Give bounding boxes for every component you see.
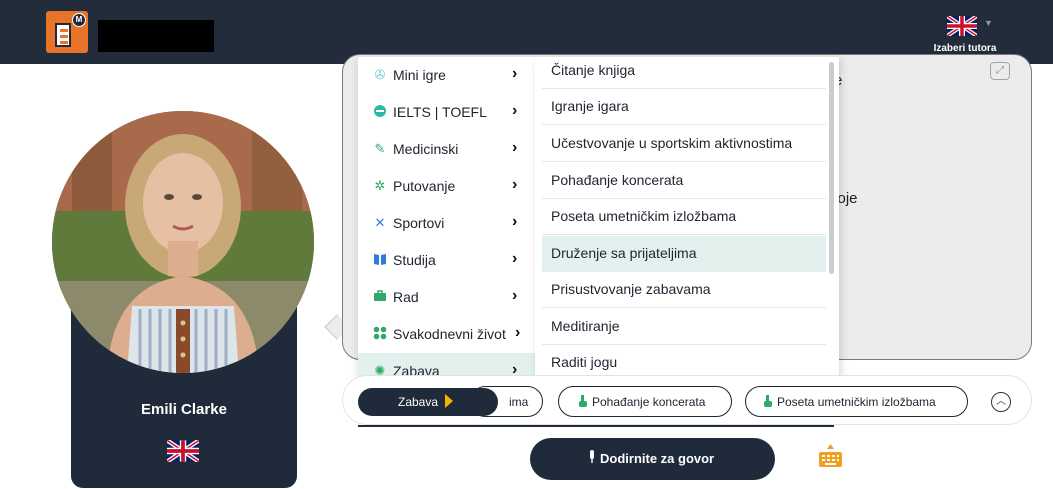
chevron-right-icon: ›	[512, 139, 518, 156]
subcategory-item[interactable]: Igranje igara	[542, 89, 826, 125]
category-item-medicinski[interactable]: ✎ Medicinski ›	[358, 131, 535, 168]
logo-m-badge: M	[72, 13, 86, 27]
subcategory-label: Igranje igara	[551, 98, 629, 114]
syringe-icon: ✎	[374, 141, 386, 156]
subcategory-label: Meditiranje	[551, 318, 620, 334]
palm-tree-icon: ✲	[374, 178, 386, 193]
hand-pointer-icon	[764, 395, 772, 407]
subcategory-menu: Čitanje knjiga Igranje igara Učestvovanj…	[535, 57, 839, 387]
suggestion-underline	[358, 425, 834, 427]
subcategory-item[interactable]: Čitanje knjiga	[542, 53, 826, 89]
chip-label: Pohađanje koncerata	[592, 395, 706, 409]
category-label: Rad	[393, 289, 419, 305]
chevron-right-icon: ›	[515, 324, 521, 341]
subcategory-label: Raditi jogu	[551, 354, 618, 370]
chevron-right-icon: ›	[512, 65, 518, 82]
choose-tutor-button[interactable]: ▼ Izaberi tutora	[925, 14, 1005, 58]
uk-flag-icon	[947, 16, 977, 36]
chevron-right-icon: ›	[512, 213, 518, 230]
uk-flag-icon	[167, 440, 199, 462]
category-label: Svakodnevni život	[393, 326, 506, 342]
book-icon	[372, 252, 388, 268]
subcategory-label: Poseta umetničkim izložbama	[551, 208, 737, 224]
subcategory-item[interactable]: Pohađanje koncerata	[542, 163, 826, 199]
expand-icon[interactable]: ⤢	[990, 62, 1010, 80]
category-label: Mini igre	[393, 67, 446, 83]
chevron-right-icon: ›	[512, 176, 518, 193]
category-menu: ✇ Mini igre › IELTS | TOEFL › ✎ Medicins…	[358, 57, 535, 390]
category-item-mini-igre[interactable]: ✇ Mini igre ›	[358, 57, 535, 94]
suggestion-chip[interactable]: Pohađanje koncerata	[558, 386, 732, 417]
subcategory-label: Čitanje knjiga	[551, 62, 636, 78]
subcategory-scrollbar[interactable]	[829, 62, 834, 274]
sports-icon: ✕	[374, 215, 386, 230]
keyboard-icon[interactable]	[818, 443, 843, 469]
redacted-title	[98, 20, 214, 52]
chevron-up-icon[interactable]: ︿	[991, 392, 1011, 412]
app-root: M ▼ Izaberi tutora Emili Clarke voje ⤢ ✇…	[0, 0, 1053, 489]
category-label: Studija	[393, 252, 436, 268]
topic-selector-button[interactable]: Zabava	[358, 388, 498, 416]
topic-label: Zabava	[398, 395, 439, 409]
circle-icon	[372, 104, 388, 120]
category-item-rad[interactable]: Rad ›	[358, 279, 535, 316]
subcategory-item[interactable]: Meditiranje	[542, 309, 826, 345]
gamepad-icon: ✇	[374, 67, 386, 82]
subcategory-item[interactable]: Prisustvovanje zabavama	[542, 272, 826, 308]
chip-label: ima	[509, 395, 529, 409]
microphone-icon	[590, 450, 594, 463]
category-label: Putovanje	[393, 178, 456, 194]
chip-label: Poseta umetničkim izložbama	[777, 395, 936, 409]
grid-icon	[372, 326, 388, 342]
subcategory-label: Prisustvovanje zabavama	[551, 281, 711, 297]
category-item-svakodnevni-zivot[interactable]: Svakodnevni život ›	[358, 316, 535, 353]
logo-door-icon	[55, 23, 71, 47]
subcategory-label: Pohađanje koncerata	[551, 172, 684, 188]
tap-to-talk-label: Dodirnite za govor	[600, 451, 715, 466]
tutor-avatar	[52, 111, 314, 373]
suggestion-chip[interactable]: Poseta umetničkim izložbama	[745, 386, 968, 417]
category-item-sportovi[interactable]: ✕ Sportovi ›	[358, 205, 535, 242]
chevron-down-icon: ▼	[984, 18, 993, 28]
subcategory-item[interactable]: Učestvovanje u sportskim aktivnostima	[542, 126, 826, 162]
subcategory-label: Druženje sa prijateljima	[551, 245, 697, 261]
tutor-portrait-image	[52, 111, 314, 373]
chevron-right-icon: ›	[512, 102, 518, 119]
category-item-putovanje[interactable]: ✲ Putovanje ›	[358, 168, 535, 205]
play-arrow-icon	[445, 394, 453, 408]
chevron-right-icon: ›	[512, 250, 518, 267]
category-item-ielts-toefl[interactable]: IELTS | TOEFL ›	[358, 94, 535, 131]
subcategory-label: Učestvovanje u sportskim aktivnostima	[551, 135, 793, 151]
category-label: Medicinski	[393, 141, 459, 157]
category-label: Sportovi	[393, 215, 445, 231]
app-logo[interactable]: M	[46, 11, 88, 53]
briefcase-icon	[372, 289, 388, 305]
category-label: IELTS | TOEFL	[393, 104, 487, 120]
tutor-name: Emili Clarke	[141, 401, 227, 418]
category-item-studija[interactable]: Studija ›	[358, 242, 535, 279]
hand-pointer-icon	[579, 395, 587, 407]
choose-tutor-label: Izaberi tutora	[933, 43, 997, 54]
tap-to-talk-button[interactable]: Dodirnite za govor	[530, 438, 775, 480]
chevron-right-icon: ›	[512, 287, 518, 304]
subcategory-item[interactable]: Poseta umetničkim izložbama	[542, 199, 826, 235]
subcategory-item-active[interactable]: Druženje sa prijateljima	[542, 236, 826, 272]
